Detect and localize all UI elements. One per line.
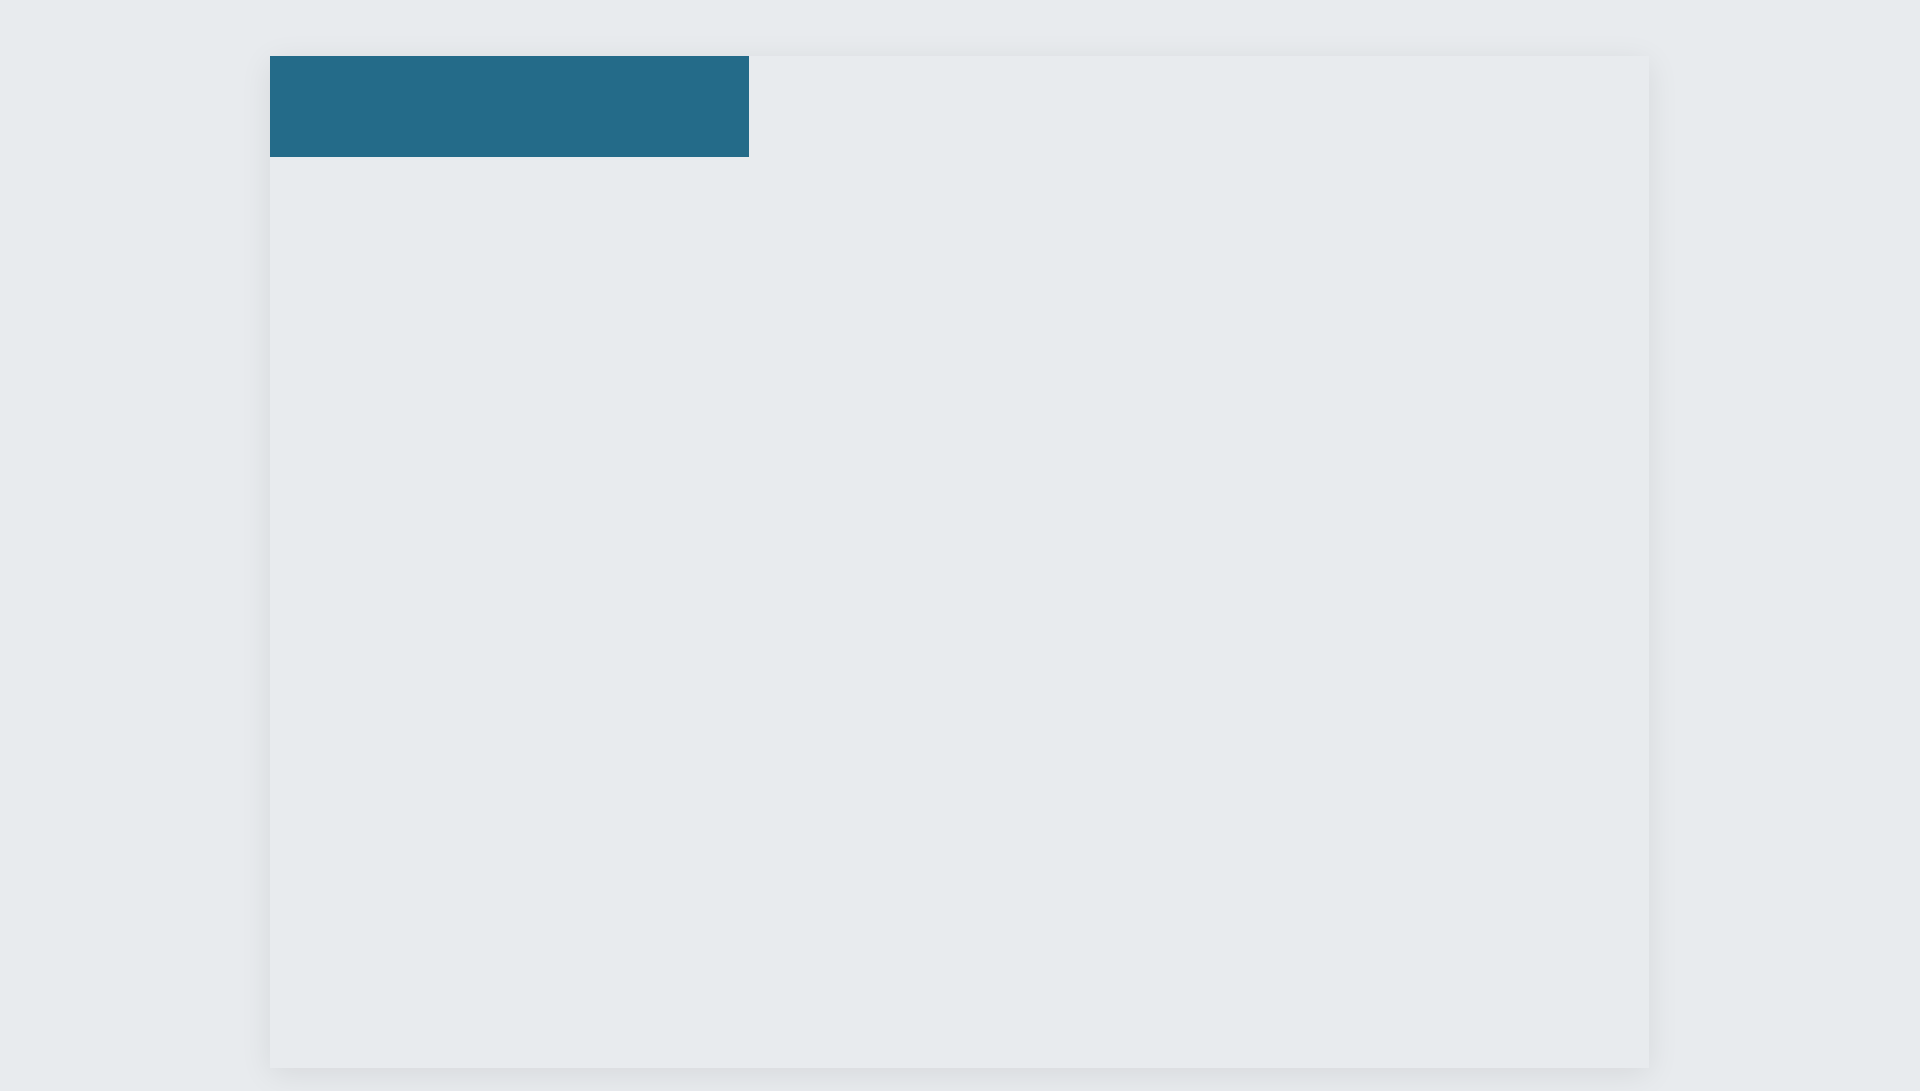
pricing-comparison-table (270, 56, 1649, 1068)
coverage-header (270, 56, 749, 157)
